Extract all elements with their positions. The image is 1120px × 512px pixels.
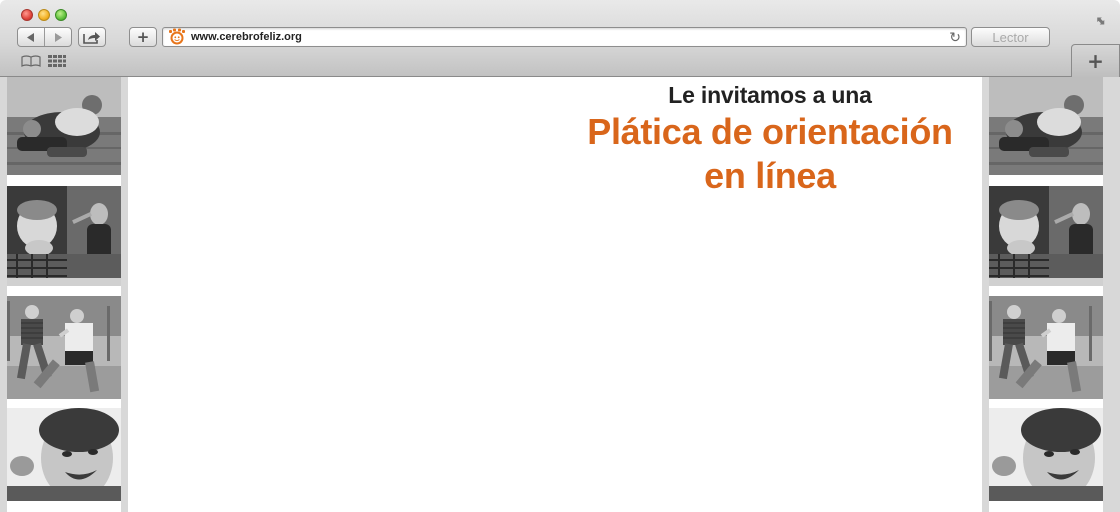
new-tab-icon: + [1087, 49, 1104, 73]
reader-button[interactable]: Lector [971, 27, 1050, 47]
boys-playing-soccer-photo [989, 296, 1103, 399]
resize-icon[interactable]: ⬌ [1091, 12, 1109, 30]
add-bookmark-icon: + [136, 28, 150, 46]
back-button[interactable] [18, 28, 44, 46]
boy-resting-chin-teacher-behind-photo [989, 186, 1103, 286]
share-button[interactable] [78, 27, 106, 47]
browser-toolbar: + www.cerebrofeliz.org ↻ Lector ⬌ + [0, 0, 1120, 77]
top-sites-grid-icon[interactable] [48, 52, 66, 71]
favicon-icon [166, 28, 188, 46]
right-photo-strip [982, 77, 1120, 512]
add-bookmark-button[interactable]: + [129, 27, 157, 47]
invitation-headline: Le invitamos a una Plática de orientació… [560, 80, 980, 198]
minimize-window-button[interactable] [38, 9, 50, 21]
right-photo-column [989, 77, 1103, 512]
left-photo-column [7, 77, 121, 512]
forward-button[interactable] [44, 28, 71, 46]
address-bar[interactable]: www.cerebrofeliz.org ↻ [162, 27, 967, 47]
invite-text: Le invitamos a una [668, 82, 872, 108]
url-text[interactable]: www.cerebrofeliz.org [191, 31, 302, 43]
zoom-window-button[interactable] [55, 9, 67, 21]
close-window-button[interactable] [21, 9, 33, 21]
boy-laughing-closeup-photo [989, 408, 1103, 501]
boy-laughing-closeup-photo [7, 408, 121, 501]
forward-icon [55, 32, 62, 42]
back-icon [27, 32, 34, 42]
share-icon [83, 31, 100, 44]
reload-icon[interactable]: ↻ [949, 29, 961, 47]
new-tab-button[interactable]: + [1071, 44, 1120, 77]
bookmarks-book-icon[interactable] [21, 52, 41, 71]
children-wrestling-on-grass-photo [989, 77, 1103, 175]
boys-playing-soccer-photo [7, 296, 121, 399]
boy-resting-chin-teacher-behind-photo [7, 186, 121, 286]
children-wrestling-on-grass-photo [7, 77, 121, 175]
title-line-2: en línea [704, 155, 836, 196]
back-forward-group [17, 27, 72, 47]
title-line-1: Plática de orientación [587, 111, 953, 152]
left-photo-strip [0, 77, 128, 512]
